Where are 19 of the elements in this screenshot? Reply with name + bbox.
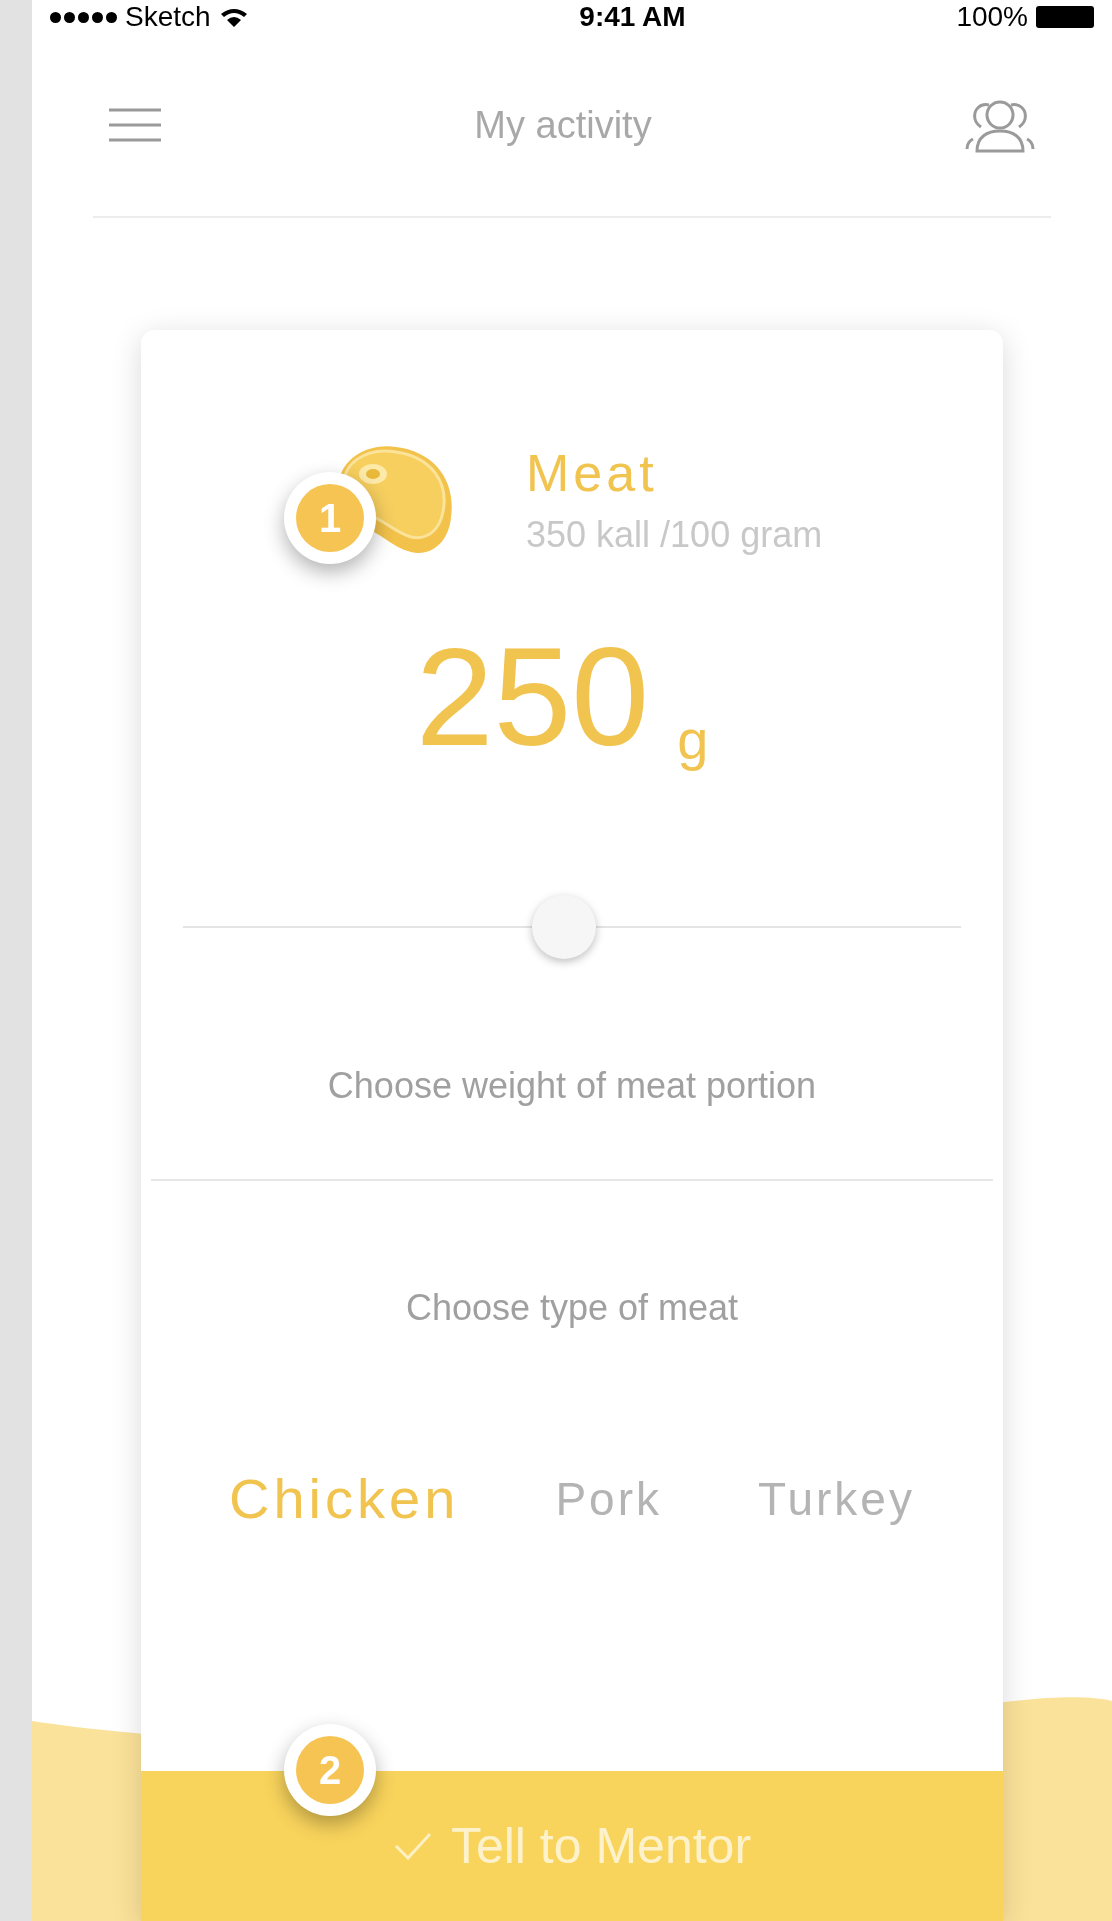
slider-thumb[interactable]: [532, 895, 597, 959]
check-icon: [392, 1831, 433, 1861]
menu-icon[interactable]: [109, 108, 161, 142]
step-badge: 1: [284, 472, 376, 564]
food-name: Meat: [526, 446, 659, 499]
battery-icon: [1036, 6, 1094, 28]
battery-label: 100%: [956, 3, 1028, 31]
slider-caption: Choose weight of meat portion: [327, 1064, 817, 1108]
meat-type-option[interactable]: Chicken: [229, 1457, 460, 1541]
signal-icon: [50, 11, 117, 23]
meat-type-option[interactable]: Turkey: [758, 1464, 915, 1534]
time-label: 9:41 AM: [579, 3, 686, 31]
step-badge: 2: [284, 1724, 376, 1816]
meat-type-option[interactable]: Pork: [555, 1464, 662, 1534]
carrier-label: Sketch: [125, 3, 211, 31]
weight-slider[interactable]: [183, 895, 961, 959]
screen-title: My activity: [474, 102, 652, 148]
weight-value: 250: [415, 627, 650, 767]
section-caption: Choose type of meat: [405, 1286, 739, 1330]
